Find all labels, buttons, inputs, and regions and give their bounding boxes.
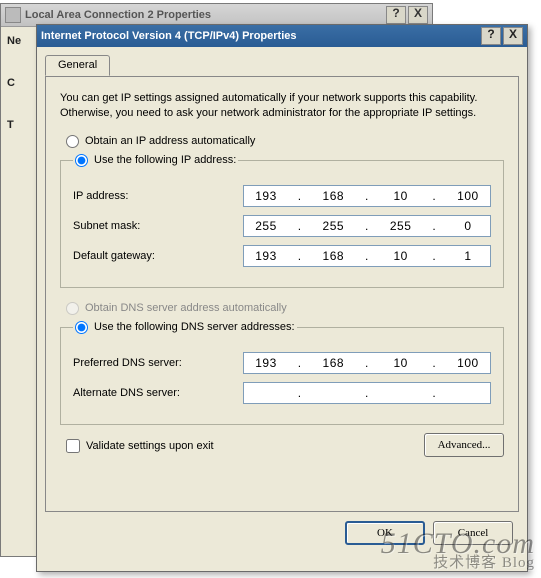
- radio-obtain-dns-label: Obtain DNS server address automatically: [85, 302, 287, 314]
- pdns-oct-4[interactable]: 100: [452, 356, 484, 370]
- radio-obtain-dns-row: Obtain DNS server address automatically: [66, 302, 504, 315]
- ip-address-row: IP address: 193. 168. 10. 100: [73, 185, 491, 207]
- ip-oct-2[interactable]: 168: [317, 189, 349, 203]
- pdns-oct-1[interactable]: 193: [250, 356, 282, 370]
- subnet-oct-2[interactable]: 255: [317, 219, 349, 233]
- dialog-button-bar: OK Cancel: [37, 521, 527, 545]
- dialog-title: Internet Protocol Version 4 (TCP/IPv4) P…: [41, 30, 297, 42]
- radio-obtain-dns: [66, 302, 79, 315]
- dialog-help-button[interactable]: ?: [481, 27, 501, 45]
- radio-use-dns-row[interactable]: Use the following DNS server addresses:: [75, 321, 295, 334]
- subnet-mask-label: Subnet mask:: [73, 220, 243, 232]
- pdns-oct-3[interactable]: 10: [385, 356, 417, 370]
- radio-use-dns-label: Use the following DNS server addresses:: [94, 321, 295, 333]
- ip-oct-1[interactable]: 193: [250, 189, 282, 203]
- subnet-mask-input[interactable]: 255. 255. 255. 0: [243, 215, 491, 237]
- tab-general[interactable]: General: [45, 55, 110, 76]
- default-gateway-label: Default gateway:: [73, 250, 243, 262]
- default-gateway-row: Default gateway: 193. 168. 10. 1: [73, 245, 491, 267]
- default-gateway-input[interactable]: 193. 168. 10. 1: [243, 245, 491, 267]
- radio-obtain-ip-label: Obtain an IP address automatically: [85, 135, 255, 147]
- radio-use-ip-label: Use the following IP address:: [94, 154, 236, 166]
- preferred-dns-row: Preferred DNS server: 193. 168. 10. 100: [73, 352, 491, 374]
- radio-use-dns[interactable]: [75, 321, 88, 334]
- subnet-mask-row: Subnet mask: 255. 255. 255. 0: [73, 215, 491, 237]
- radio-obtain-ip-row[interactable]: Obtain an IP address automatically: [66, 135, 504, 148]
- preferred-dns-input[interactable]: 193. 168. 10. 100: [243, 352, 491, 374]
- parent-help-button[interactable]: ?: [386, 6, 406, 24]
- validate-settings-checkbox[interactable]: [66, 439, 80, 453]
- alternate-dns-row: Alternate DNS server: . . .: [73, 382, 491, 404]
- window-app-icon: [5, 7, 21, 23]
- parent-close-button[interactable]: X: [408, 6, 428, 24]
- gw-oct-2[interactable]: 168: [317, 249, 349, 263]
- gw-oct-4[interactable]: 1: [452, 249, 484, 263]
- tab-panel-general: You can get IP settings assigned automat…: [45, 76, 519, 512]
- radio-use-ip[interactable]: [75, 154, 88, 167]
- subnet-oct-4[interactable]: 0: [452, 219, 484, 233]
- dialog-close-button[interactable]: X: [503, 27, 523, 45]
- parent-window-title: Local Area Connection 2 Properties: [25, 9, 211, 21]
- preferred-dns-label: Preferred DNS server:: [73, 357, 243, 369]
- ip-address-group: Use the following IP address: IP address…: [60, 154, 504, 288]
- ip-oct-4[interactable]: 100: [452, 189, 484, 203]
- advanced-button[interactable]: Advanced...: [424, 433, 504, 457]
- tab-strip: General: [45, 55, 519, 77]
- alternate-dns-input[interactable]: . . .: [243, 382, 491, 404]
- subnet-oct-1[interactable]: 255: [250, 219, 282, 233]
- ipv4-properties-dialog: Internet Protocol Version 4 (TCP/IPv4) P…: [36, 24, 528, 572]
- gw-oct-1[interactable]: 193: [250, 249, 282, 263]
- intro-text: You can get IP settings assigned automat…: [60, 91, 504, 121]
- ip-address-input[interactable]: 193. 168. 10. 100: [243, 185, 491, 207]
- subnet-oct-3[interactable]: 255: [385, 219, 417, 233]
- gw-oct-3[interactable]: 10: [385, 249, 417, 263]
- validate-settings-label: Validate settings upon exit: [86, 440, 214, 452]
- ok-button[interactable]: OK: [345, 521, 425, 545]
- radio-use-ip-row[interactable]: Use the following IP address:: [75, 154, 236, 167]
- dialog-titlebar: Internet Protocol Version 4 (TCP/IPv4) P…: [37, 25, 527, 47]
- alternate-dns-label: Alternate DNS server:: [73, 387, 243, 399]
- cancel-button[interactable]: Cancel: [433, 521, 513, 545]
- ip-oct-3[interactable]: 10: [385, 189, 417, 203]
- dns-group: Use the following DNS server addresses: …: [60, 321, 504, 425]
- pdns-oct-2[interactable]: 168: [317, 356, 349, 370]
- ip-address-label: IP address:: [73, 190, 243, 202]
- radio-obtain-ip[interactable]: [66, 135, 79, 148]
